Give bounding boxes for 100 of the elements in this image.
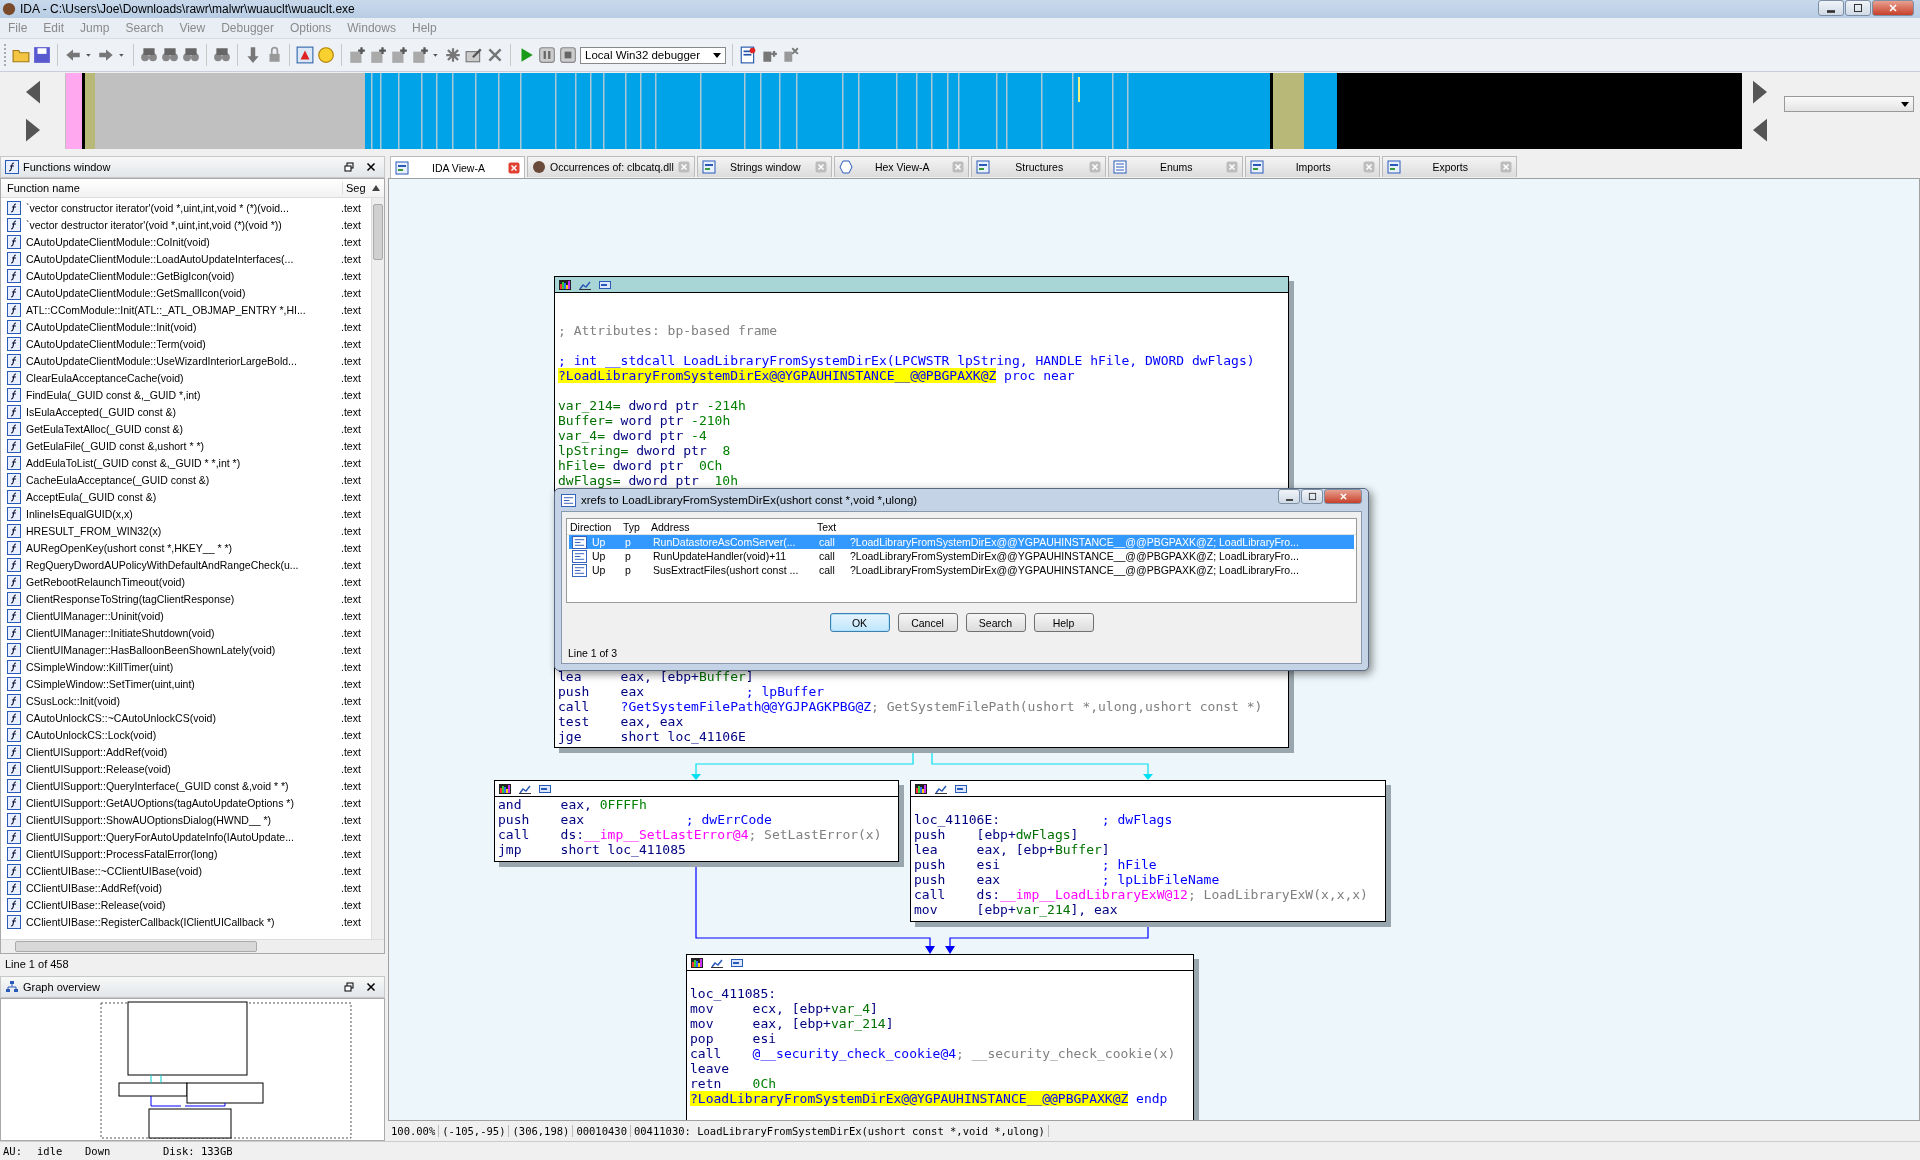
code-line: push esi ; hFile <box>914 857 1157 872</box>
status-text: Down <box>85 1145 112 1157</box>
line-count: Line 1 of 458 <box>4 957 70 972</box>
table-cell: Up <box>592 550 606 562</box>
segment-cell-text: .text <box>341 269 362 282</box>
status-text: AU: <box>2 1145 23 1157</box>
table-cell: ?LoadLibraryFromSystemDirEx@@YGPAUHINSTANCE__@@PBGPAXK@Z; LoadLibraryFro... <box>850 564 1299 576</box>
segment-cell-text: .text <box>341 337 362 350</box>
code-line: ; Attributes: bp-based frame <box>558 323 778 338</box>
code-line: loc_411085: <box>690 986 777 1001</box>
code-line: call ds:__imp__LoadLibraryExW@12; LoadLibraryExW(x,x,x) <box>914 887 1368 902</box>
segment-cell-text: .text <box>341 881 362 894</box>
segment-cell-text: .text <box>341 507 362 520</box>
code-line: hFile= dword ptr 0Ch <box>558 458 723 473</box>
segment-cell-text: .text <box>341 643 362 656</box>
code-line: ?LoadLibraryFromSystemDirEx@@YGPAUHINSTANCE__@@PBGPAXK@Z endp <box>690 1091 1168 1106</box>
status-field: (-105,-95) <box>439 1125 510 1137</box>
segment-cell-text: .text <box>341 218 362 231</box>
segment-cell-text: .text <box>341 354 362 367</box>
code-line: lea eax, [ebp+Buffer] <box>914 842 1110 857</box>
segment-cell-text: .text <box>341 762 362 775</box>
code-line: ; int __stdcall LoadLibraryFromSystemDirEx(LPCWSTR lpString, HANDLE hFile, DWORD dwFlags) <box>558 353 1255 368</box>
code-line: lpString= dword ptr 8 <box>558 443 731 458</box>
table-cell-text: RunUpdateHandler(void)+11 <box>652 550 788 562</box>
code-line: push [ebp+dwFlags] <box>914 827 1079 842</box>
status-text: Disk: 133GB <box>163 1145 233 1157</box>
segment-cell-text: .text <box>341 524 362 537</box>
code-line: retn 0Ch <box>690 1076 777 1091</box>
segment-cell-text: .text <box>341 813 362 826</box>
code-line: jmp short loc_411085 <box>498 842 686 857</box>
code-line: var_4= dword ptr -4 <box>558 428 707 443</box>
line-count: Line 1 of 3 <box>567 647 619 659</box>
code-line: push eax ; lpBuffer <box>558 684 825 699</box>
segment-cell-text: .text <box>341 422 362 435</box>
segment-cell-text: .text <box>341 456 362 469</box>
code-line: call @__security_check_cookie@4; __security_check_cookie(x) <box>690 1046 1176 1061</box>
code-line: leave <box>690 1061 731 1076</box>
segment-cell-text: .text <box>341 626 362 639</box>
window-title: IDA - C:\Users\Joe\Downloads\rawr\malwr\wuauclt\wuauclt.exe <box>20 2 355 16</box>
segment-cell-text: .text <box>341 728 362 741</box>
segment-cell-text: .text <box>341 201 362 214</box>
table-cell-text: p <box>624 564 632 576</box>
panel-title: Graph overview <box>23 981 102 993</box>
segment-cell-text: .text <box>341 745 362 758</box>
table-cell-text: call <box>818 564 836 576</box>
segment-cell-text: .text <box>341 405 362 418</box>
segment-cell-text: .text <box>341 490 362 503</box>
code-line: test eax, eax <box>558 714 684 729</box>
segment-cell-text: .text <box>341 439 362 452</box>
segment-cell-text: .text <box>341 864 362 877</box>
segment-cell-text: .text <box>341 694 362 707</box>
segment-cell-text: .text <box>341 609 362 622</box>
code-line: jge short loc_41106E <box>558 729 746 744</box>
segment-cell-text: .text <box>341 371 362 384</box>
segment-cell-text: .text <box>341 898 362 911</box>
segment-cell-text: .text <box>341 779 362 792</box>
code-line: push eax ; dwErrCode <box>498 812 772 827</box>
table-cell-text: p <box>624 550 632 562</box>
code-line: pop esi <box>690 1031 777 1046</box>
segment-cell-text: .text <box>341 796 362 809</box>
segment-cell-text: .text <box>341 388 362 401</box>
code-line: lea eax, [ebp+Buffer] <box>558 669 754 684</box>
segment-cell-text: .text <box>341 286 362 299</box>
table-cell-text: call <box>818 550 836 562</box>
code-line: ?LoadLibraryFromSystemDirEx@@YGPAUHINSTANCE__@@PBGPAXK@Z proc near <box>558 368 1075 383</box>
panel-title: Functions window <box>23 161 112 173</box>
segment-cell-text: .text <box>341 252 362 265</box>
table-cell: ?LoadLibraryFromSystemDirEx@@YGPAUHINSTANCE__@@PBGPAXK@Z; LoadLibraryFro... <box>850 550 1299 562</box>
dialog-title: xrefs to LoadLibraryFromSystemDirEx(ushort const *,void *,ulong) <box>581 494 918 506</box>
segment-cell-text: .text <box>341 473 362 486</box>
segment-cell-text: .text <box>341 541 362 554</box>
table-cell: Up <box>592 564 606 576</box>
status-field: (306,198) <box>509 1125 574 1137</box>
code-line: and eax, 0FFFFh <box>498 797 647 812</box>
code-line: var_214= dword ptr -214h <box>558 398 746 413</box>
segment-cell-text: .text <box>341 847 362 860</box>
segment-cell-text: .text <box>341 660 362 673</box>
segment-cell-text: .text <box>341 711 362 724</box>
table-cell-text: call <box>818 536 836 548</box>
segment-cell-text: .text <box>341 235 362 248</box>
code-line: call ds:__imp__SetLastError@4; SetLastError(x) <box>498 827 882 842</box>
segment-cell-text: .text <box>341 592 362 605</box>
segment-cell-text: .text <box>341 677 362 690</box>
code-line: loc_41106E: ; dwFlags <box>914 812 1173 827</box>
status-field: 100.00% <box>388 1125 440 1137</box>
table-cell-text: SusExtractFiles(ushort const ... <box>652 564 800 576</box>
segment-cell-text: .text <box>341 575 362 588</box>
code-line: push eax ; lpLibFileName <box>914 872 1220 887</box>
code-line: mov eax, [ebp+var_214] <box>690 1016 894 1031</box>
status-field: 00411030: LoadLibraryFromSystemDirEx(ushort const *,void *,ulong) <box>630 1125 1049 1137</box>
code-line: call ?GetSystemFilePath@@YGJPAGKPBG@Z; GetSystemFilePath(ushort *,ulong,ushort const *) <box>558 699 1263 714</box>
segment-cell-text: .text <box>341 915 362 928</box>
table-cell: Up <box>592 536 606 548</box>
segment-cell-text: .text <box>341 320 362 333</box>
segment-cell-text: .text <box>341 303 362 316</box>
segment-cell-text: .text <box>341 558 362 571</box>
status-field: 00010430 <box>573 1125 631 1137</box>
segment-cell-text: .text <box>341 830 362 843</box>
code-line: dwFlags= dword ptr 10h <box>558 473 739 488</box>
table-cell-text: p <box>624 536 632 548</box>
